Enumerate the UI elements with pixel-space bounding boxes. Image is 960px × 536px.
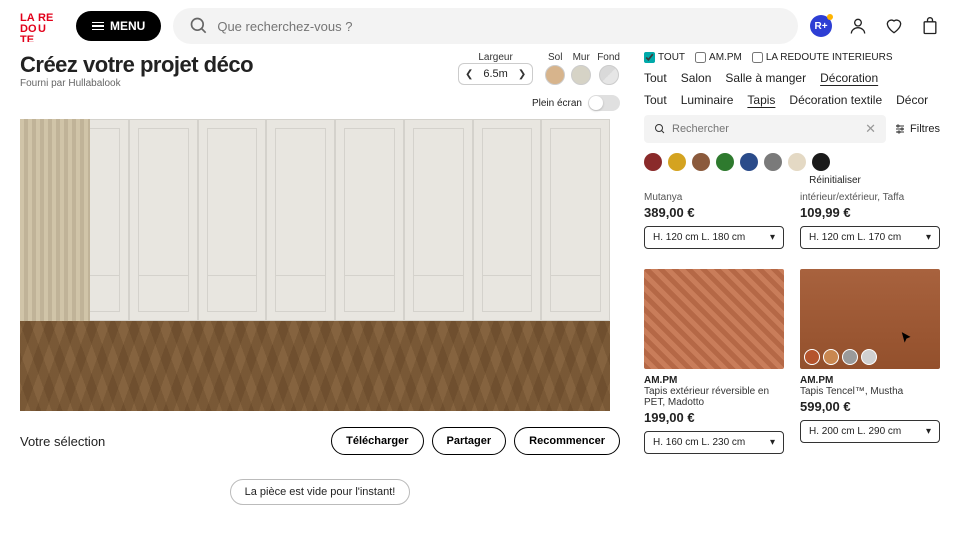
page-title: Créez votre projet déco <box>20 52 253 78</box>
wishlist-icon[interactable] <box>884 16 904 36</box>
product-price: 599,00 € <box>800 399 940 414</box>
product-price: 109,99 € <box>800 205 940 220</box>
sub-tab-textile[interactable]: Décoration textile <box>789 93 882 107</box>
sub-tab-luminaire[interactable]: Luminaire <box>681 93 734 107</box>
size-select[interactable]: H. 120 cm L. 170 cm▾ <box>800 226 940 249</box>
size-select[interactable]: H. 120 cm L. 180 cm▾ <box>644 226 784 249</box>
chevron-right-icon[interactable]: ❯ <box>518 69 526 80</box>
size-select[interactable]: H. 200 cm L. 290 cm▾ <box>800 420 940 443</box>
cat-tab-salon[interactable]: Salon <box>681 71 712 85</box>
fullscreen-label: Plein écran <box>532 98 582 109</box>
brand-all-checkbox[interactable]: TOUT <box>644 52 685 63</box>
color-swatch[interactable] <box>692 153 710 171</box>
color-swatch[interactable] <box>764 153 782 171</box>
product-image[interactable] <box>644 269 784 369</box>
product-image[interactable] <box>800 269 940 369</box>
menu-button[interactable]: MENU <box>76 11 161 41</box>
product-price: 389,00 € <box>644 205 784 220</box>
variant-swatch[interactable] <box>804 349 820 365</box>
product-card[interactable]: AM.PM Tapis extérieur réversible en PET,… <box>644 269 784 454</box>
empty-message: La pièce est vide pour l'instant! <box>230 479 411 505</box>
color-swatch[interactable] <box>644 153 662 171</box>
download-button[interactable]: Télécharger <box>331 427 423 455</box>
variant-swatch[interactable] <box>861 349 877 365</box>
fullscreen-toggle[interactable] <box>588 95 620 111</box>
search-icon <box>654 123 666 135</box>
svg-text:TE: TE <box>20 34 34 42</box>
chevron-left-icon[interactable]: ❮ <box>465 69 473 80</box>
page-subtitle: Fourni par Hullabalook <box>20 78 253 89</box>
width-stepper[interactable]: ❮ 6.5m ❯ <box>458 63 533 85</box>
logo[interactable]: LAREDOUTE <box>20 10 64 42</box>
sol-swatch[interactable] <box>545 65 565 85</box>
width-value: 6.5m <box>483 68 507 80</box>
catalog-search-input[interactable] <box>672 123 859 135</box>
selection-label: Votre sélection <box>20 434 105 449</box>
fond-label: Fond <box>597 52 620 63</box>
cat-tab-salle[interactable]: Salle à manger <box>725 71 806 85</box>
sol-label: Sol <box>548 52 562 63</box>
chevron-down-icon: ▾ <box>926 232 931 243</box>
variant-swatch[interactable] <box>842 349 858 365</box>
fond-swatch[interactable] <box>599 65 619 85</box>
product-card[interactable]: AM.PM Tapis Tencel™, Mustha 599,00 € H. … <box>800 269 940 443</box>
color-swatch[interactable] <box>668 153 686 171</box>
reset-filters-link[interactable]: Réinitialiser <box>730 175 940 186</box>
product-brand: Mutanya <box>644 192 784 203</box>
search-icon <box>189 16 209 36</box>
brand-laredoute-checkbox[interactable]: LA REDOUTE INTERIEURS <box>752 52 893 63</box>
product-brand: AM.PM <box>644 375 784 386</box>
search-input[interactable] <box>217 19 782 34</box>
sub-tab-tout[interactable]: Tout <box>644 93 667 107</box>
variant-swatches <box>804 349 877 365</box>
room-preview[interactable] <box>20 119 610 411</box>
filters-button[interactable]: Filtres <box>894 123 940 135</box>
share-button[interactable]: Partager <box>432 427 507 455</box>
chevron-down-icon: ▾ <box>926 426 931 437</box>
mur-label: Mur <box>573 52 590 63</box>
color-swatch[interactable] <box>716 153 734 171</box>
search-bar[interactable] <box>173 8 798 44</box>
product-name: Tapis Tencel™, Mustha <box>800 386 940 397</box>
color-filter-row <box>644 153 940 171</box>
width-label: Largeur <box>458 52 533 63</box>
variant-swatch[interactable] <box>823 349 839 365</box>
color-swatch[interactable] <box>788 153 806 171</box>
product-brand: AM.PM <box>800 375 940 386</box>
color-swatch[interactable] <box>740 153 758 171</box>
svg-text:U: U <box>38 23 46 35</box>
cat-tab-tout[interactable]: Tout <box>644 71 667 85</box>
catalog-search[interactable]: ✕ <box>644 115 886 143</box>
restart-button[interactable]: Recommencer <box>514 427 620 455</box>
chevron-down-icon: ▾ <box>770 437 775 448</box>
chevron-down-icon: ▾ <box>770 232 775 243</box>
size-select[interactable]: H. 160 cm L. 230 cm▾ <box>644 431 784 454</box>
cursor-icon <box>900 331 914 345</box>
product-name: intérieur/extérieur, Taffa <box>800 192 940 203</box>
mur-swatch[interactable] <box>571 65 591 85</box>
product-name: Tapis extérieur réversible en PET, Madot… <box>644 386 784 408</box>
sub-tab-tapis[interactable]: Tapis <box>747 93 775 107</box>
brand-ampm-checkbox[interactable]: AM.PM <box>695 52 742 63</box>
color-swatch[interactable] <box>812 153 830 171</box>
sub-tab-decor[interactable]: Décor <box>896 93 928 107</box>
menu-label: MENU <box>110 19 145 33</box>
clear-icon[interactable]: ✕ <box>865 121 876 137</box>
rewards-badge[interactable]: R+ <box>810 15 832 37</box>
sliders-icon <box>894 123 906 135</box>
account-icon[interactable] <box>848 16 868 36</box>
product-price: 199,00 € <box>644 410 784 425</box>
hamburger-icon <box>92 22 104 31</box>
cat-tab-decoration[interactable]: Décoration <box>820 71 878 85</box>
cart-icon[interactable] <box>920 16 940 36</box>
